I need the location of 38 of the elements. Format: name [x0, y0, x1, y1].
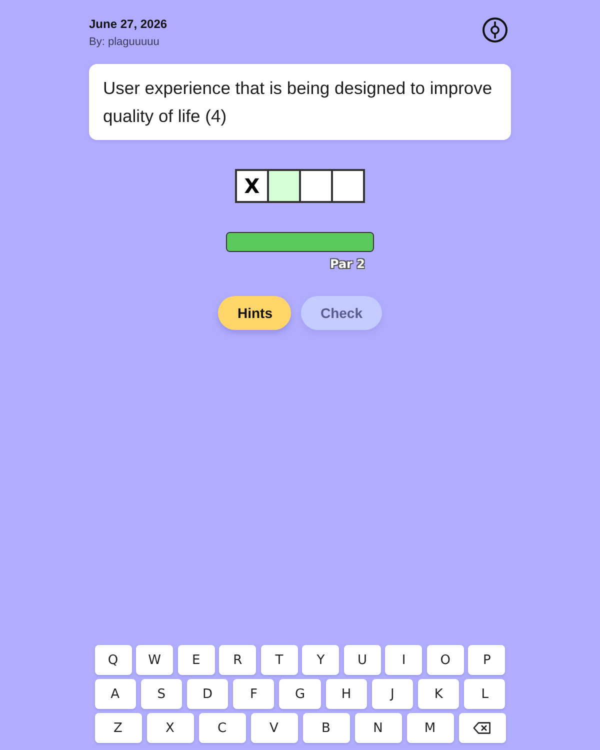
answer-cell[interactable] — [267, 169, 301, 203]
hints-button[interactable]: Hints — [218, 296, 292, 330]
keyboard-key[interactable]: X — [146, 713, 194, 743]
keyboard-key[interactable]: I — [385, 645, 422, 675]
keyboard-key[interactable]: P — [468, 645, 506, 675]
keyboard-key[interactable]: W — [136, 645, 174, 675]
answer-cell[interactable]: X — [235, 169, 269, 203]
keyboard-key[interactable]: K — [418, 679, 460, 709]
keyboard-key[interactable]: O — [426, 645, 464, 675]
keyboard-key[interactable]: Y — [302, 645, 340, 675]
keyboard-key[interactable]: J — [372, 679, 414, 709]
keyboard-key[interactable]: C — [198, 713, 246, 743]
keyboard-key[interactable]: G — [279, 679, 321, 709]
author-byline: By: plaguuuuu — [89, 35, 160, 50]
circle-node-icon[interactable] — [482, 17, 508, 43]
backspace-key[interactable] — [458, 713, 506, 743]
keyboard-key[interactable]: M — [406, 713, 454, 743]
keyboard-key[interactable]: V — [250, 713, 298, 743]
keyboard-key[interactable]: Q — [94, 645, 132, 675]
keyboard-key[interactable]: A — [94, 679, 136, 709]
answer-cell[interactable] — [331, 169, 365, 203]
clue-card: User experience that is being designed to improve quality of life (4) — [89, 64, 511, 140]
keyboard-key[interactable]: B — [302, 713, 350, 743]
par-label: Par 2 — [330, 257, 365, 272]
answer-cell[interactable] — [299, 169, 333, 203]
keyboard-key[interactable]: E — [178, 645, 215, 675]
keyboard-key[interactable]: S — [140, 679, 182, 709]
keyboard-key[interactable]: N — [354, 713, 402, 743]
puzzle-date: June 27, 2026 — [89, 16, 168, 32]
keyboard-key[interactable]: T — [260, 645, 298, 675]
backspace-icon — [473, 722, 491, 734]
keyboard-key[interactable]: D — [186, 679, 228, 709]
keyboard-key[interactable]: F — [233, 679, 274, 709]
keyboard-key[interactable]: U — [344, 645, 381, 675]
keyboard-key[interactable]: Z — [94, 713, 142, 743]
keyboard-key[interactable]: L — [464, 679, 506, 709]
keyboard-key[interactable]: H — [326, 679, 367, 709]
keyboard-key[interactable]: R — [219, 645, 256, 675]
